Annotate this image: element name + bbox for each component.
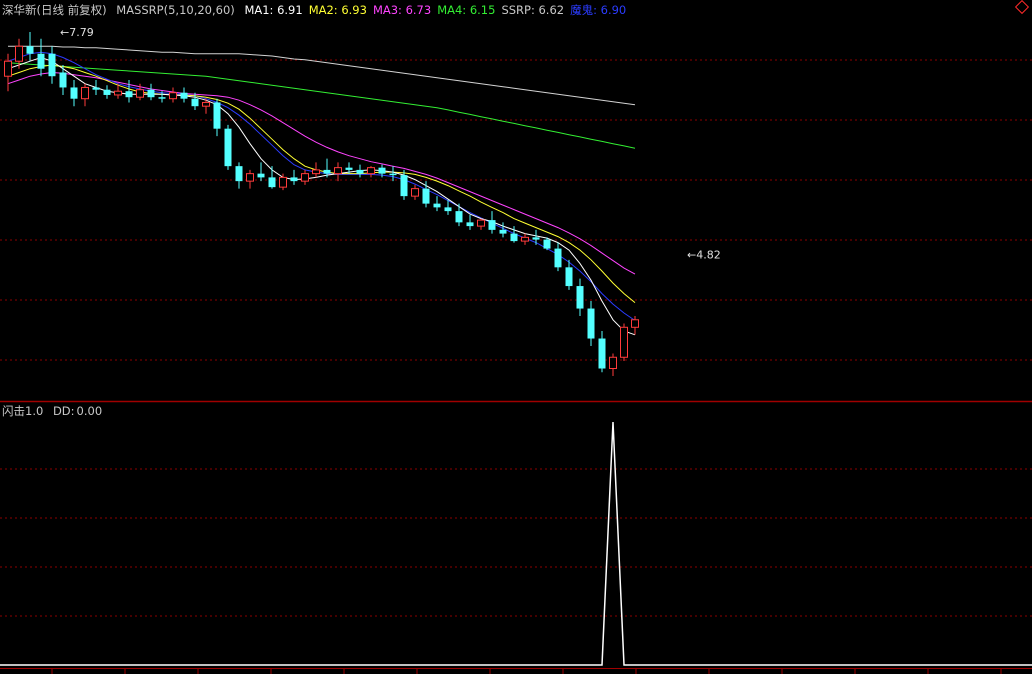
candle-body-up bbox=[169, 92, 177, 100]
candle-body-down bbox=[444, 207, 452, 212]
candle-body-down bbox=[422, 188, 430, 204]
candle-body-up bbox=[246, 173, 254, 182]
candle-body-up bbox=[367, 167, 375, 175]
candle-body-up bbox=[301, 173, 309, 182]
candle-body-up bbox=[411, 188, 419, 197]
candle-body-down bbox=[565, 267, 573, 287]
candle-body-down bbox=[213, 102, 221, 129]
ma1-line bbox=[7, 56, 636, 336]
candle-body-down bbox=[92, 87, 100, 90]
candle-body-up bbox=[334, 167, 342, 175]
candle-body-down bbox=[26, 46, 34, 54]
candle-body-down bbox=[70, 87, 78, 99]
candle-body-down bbox=[543, 239, 551, 249]
price-annotation-0: ←7.79 bbox=[60, 26, 94, 39]
candle-body-down bbox=[180, 92, 188, 99]
candle-body-up bbox=[521, 236, 529, 242]
candle-body-up bbox=[136, 89, 144, 98]
candle-body-down bbox=[257, 173, 265, 178]
candle-body-down bbox=[235, 166, 243, 182]
candle-body-down bbox=[598, 338, 606, 369]
ma4-line bbox=[7, 62, 636, 149]
candle-body-down bbox=[587, 308, 595, 339]
candle-body-down bbox=[488, 220, 496, 230]
candle-body-down bbox=[37, 53, 45, 69]
candle-body-down bbox=[224, 128, 232, 167]
candle-body-down bbox=[576, 286, 584, 309]
candle-body-down bbox=[323, 169, 331, 174]
candle-body-up bbox=[279, 176, 287, 188]
candle-body-down bbox=[356, 169, 364, 174]
candle-body-down bbox=[268, 177, 276, 188]
candle-body-up bbox=[631, 319, 639, 328]
ssrp-line bbox=[8, 45, 636, 106]
candle-body-down bbox=[103, 89, 111, 95]
candle-body-up bbox=[620, 326, 628, 358]
candle-body-down bbox=[466, 222, 474, 227]
candle-body-down bbox=[158, 97, 166, 99]
candle-body-up bbox=[202, 101, 210, 107]
candle-body-up bbox=[477, 219, 485, 227]
candle-body-up bbox=[4, 60, 12, 77]
candle-body-up bbox=[609, 356, 617, 370]
candle-body-down bbox=[378, 167, 386, 174]
candle-body-up bbox=[15, 45, 23, 62]
candle-body-down bbox=[147, 89, 155, 98]
dd-line bbox=[0, 421, 1032, 666]
candle-body-down bbox=[389, 173, 397, 176]
candle-body-down bbox=[191, 98, 199, 107]
candle-body-down bbox=[554, 248, 562, 268]
candle-body-down bbox=[290, 177, 298, 182]
candle-body-up bbox=[81, 86, 89, 100]
candle-body-down bbox=[433, 203, 441, 208]
price-annotation-1: ←4.82 bbox=[687, 249, 721, 262]
candle-body-down bbox=[48, 53, 56, 77]
candle-body-down bbox=[455, 211, 463, 223]
stock-chart[interactable]: ←7.79 ←4.82 bbox=[0, 0, 1032, 674]
ma2-line bbox=[7, 64, 636, 303]
candle-body-down bbox=[345, 167, 353, 170]
candle-body-down bbox=[125, 91, 133, 98]
candle-body-down bbox=[400, 175, 408, 197]
candle-body-down bbox=[499, 229, 507, 234]
candle-body-down bbox=[59, 72, 67, 88]
candle-body-up bbox=[312, 169, 320, 175]
candle-body-down bbox=[532, 237, 540, 240]
candle-body-up bbox=[114, 90, 122, 96]
candle-body-down bbox=[510, 233, 518, 242]
